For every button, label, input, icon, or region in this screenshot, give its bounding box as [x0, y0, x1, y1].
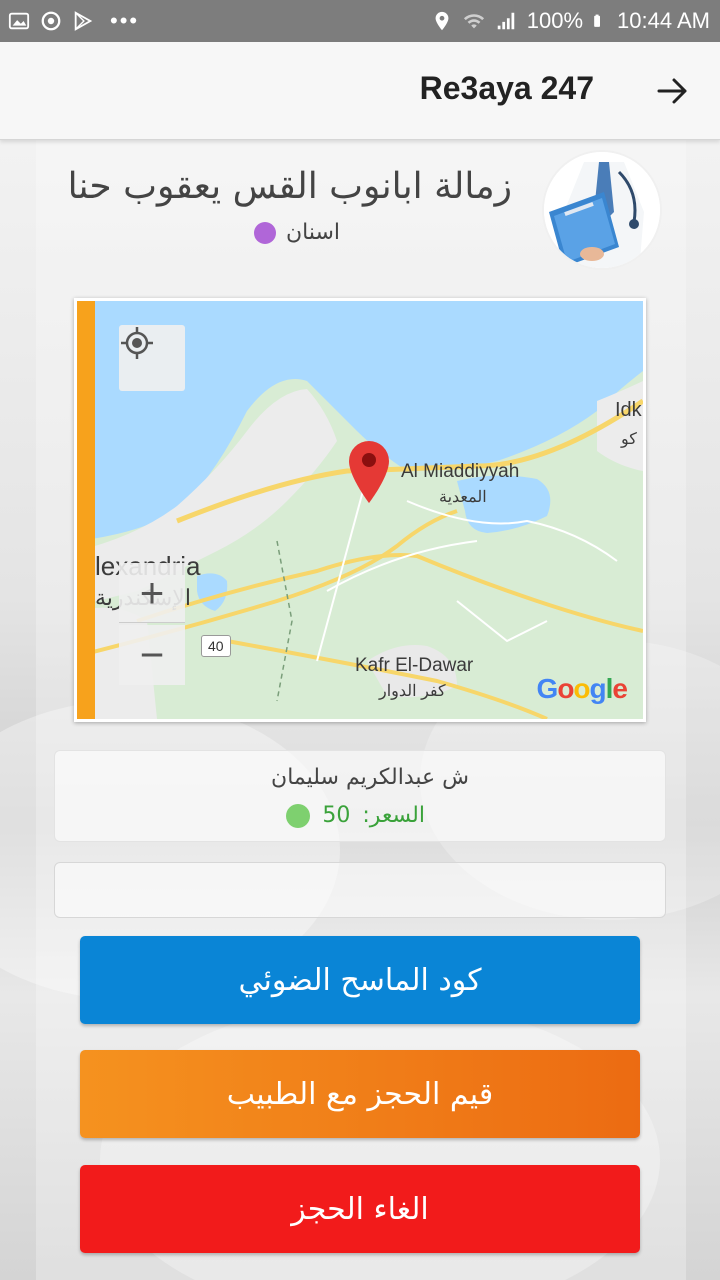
street-address: ش عبدالكريم سليمان — [271, 765, 469, 790]
content-area: زمالة ابانوب القس يعقوب حنا اسنان Al Mia… — [0, 140, 720, 1280]
battery-percent: 100% — [526, 8, 584, 33]
wifi-icon — [463, 14, 484, 29]
arrow-right-icon[interactable] — [656, 74, 690, 108]
notes-field[interactable] — [54, 862, 666, 918]
cancel-booking-button[interactable]: الغاء الحجز — [80, 1165, 640, 1253]
rate-booking-button[interactable]: قيم الحجز مع الطبيب — [80, 1050, 640, 1138]
specialty-label: اسنان — [285, 220, 340, 245]
specialty-dot — [253, 221, 276, 244]
zoom-out-button[interactable]: − — [119, 625, 185, 685]
map-label-miaddiyyah-ar: المعدية — [439, 489, 487, 506]
price-value: 50 — [322, 803, 351, 828]
map-label-idku: Idk — [615, 399, 642, 421]
battery-icon — [594, 14, 601, 27]
location-icon — [435, 11, 449, 31]
more-notifications: ••• — [110, 8, 140, 33]
status-left: ••• — [8, 8, 139, 34]
map-label-miaddiyyah: Al Miaddiyyah — [401, 461, 520, 482]
price-status-dot — [286, 803, 311, 828]
location-map[interactable]: lexandria الإسكندرية Al Miaddiyyah المعد… — [74, 298, 646, 722]
status-bar: ••• 100% 10:44 AM — [0, 0, 720, 42]
map-label-kafr-ar: كفر الدوار — [379, 683, 446, 700]
zoom-in-button[interactable]: + — [119, 563, 185, 623]
data-saver-icon — [41, 11, 61, 31]
status-right: 100% 10:44 AM — [431, 8, 710, 34]
map-label-idku-ar: كو — [621, 431, 637, 448]
price-label: السعر: — [362, 803, 425, 828]
scan-code-button[interactable]: كود الماسح الضوئي — [80, 936, 640, 1024]
price-row: السعر: 50 — [286, 803, 425, 828]
gallery-icon — [8, 12, 30, 30]
doctor-avatar — [542, 150, 662, 270]
crosshair-icon — [121, 327, 153, 359]
road-number-label: 40 — [201, 635, 231, 657]
clock: 10:44 AM — [617, 8, 710, 33]
signal-icon — [497, 12, 515, 30]
map-label-kafr: Kafr El-Dawar — [355, 655, 474, 676]
play-store-icon — [74, 11, 93, 31]
address-box: ش عبدالكريم سليمان السعر: 50 — [54, 750, 666, 842]
app-bar: Re3aya 247 — [0, 42, 720, 140]
my-location-button[interactable] — [119, 325, 185, 391]
google-logo: Google — [536, 673, 628, 704]
app-title: Re3aya 247 — [419, 70, 594, 106]
doctor-name: زمالة ابانوب القس يعقوب حنا — [67, 166, 512, 207]
doctor-avatar-icon — [544, 152, 660, 268]
map-accent-stripe — [77, 301, 95, 719]
specialty: اسنان — [253, 220, 340, 245]
